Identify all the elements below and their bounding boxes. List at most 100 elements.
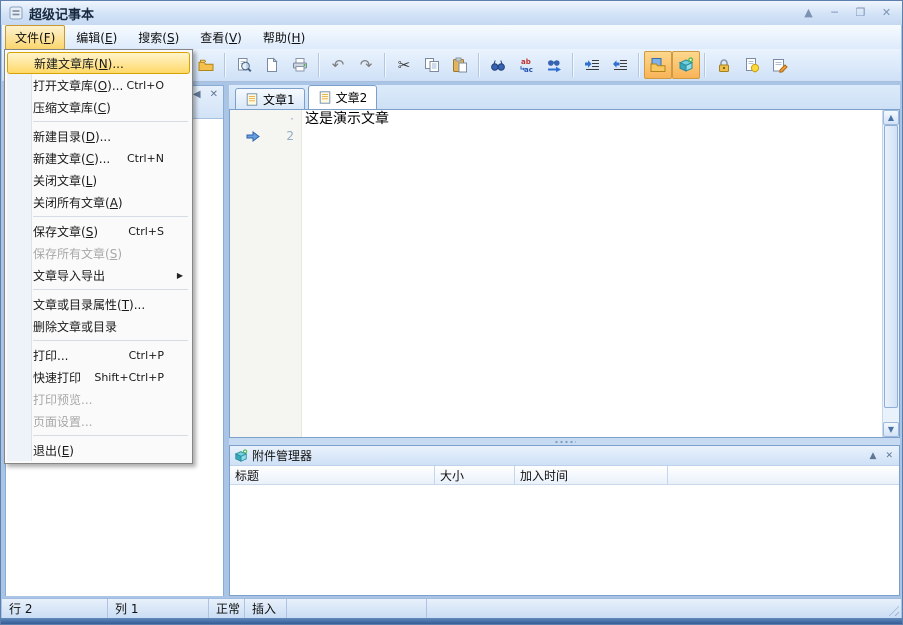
close-icon[interactable]: ✕ (879, 4, 894, 22)
editor-text-area[interactable]: 这是演示文章 (302, 110, 882, 437)
gutter-line: · (230, 111, 301, 128)
print-preview-button[interactable] (230, 51, 258, 79)
window-title: 超级记事本 (29, 4, 94, 23)
scroll-down-icon[interactable]: ▼ (883, 422, 899, 437)
find-next-button[interactable] (540, 51, 568, 79)
cut-button[interactable]: ✂ (390, 51, 418, 79)
menu-item-shortcut: Shift+Ctrl+P (94, 371, 164, 384)
find-button[interactable] (484, 51, 512, 79)
menubar-item-5[interactable]: 帮助(H) (253, 25, 315, 50)
menu-item-label: 新建文章(C)... (33, 150, 110, 167)
panel-pin-icon[interactable]: ◀ (193, 89, 201, 100)
open-library-icon (198, 57, 214, 73)
horizontal-splitter[interactable] (229, 438, 900, 445)
paste-button[interactable] (446, 51, 474, 79)
panel-close-icon[interactable]: ✕ (210, 89, 218, 100)
toggle-directory-panel-icon (650, 57, 666, 73)
column-header-1[interactable]: 标题 (230, 466, 435, 484)
editor-line (305, 128, 879, 145)
replace-button[interactable]: abac (512, 51, 540, 79)
resize-grip[interactable] (886, 603, 899, 616)
lock-article-button[interactable] (710, 51, 738, 79)
print-button[interactable] (286, 51, 314, 79)
file-menu-item-6[interactable]: 新建文章(C)...Ctrl+N (7, 147, 190, 169)
editor-vertical-scrollbar[interactable]: ▲ ▼ (882, 110, 899, 437)
minimize-icon[interactable]: ─ (827, 4, 842, 22)
rollup-icon[interactable]: ▲ (801, 4, 816, 22)
menu-item-label: 快速打印 (33, 369, 81, 386)
app-icon (9, 6, 23, 20)
menu-item-label: 退出(E) (33, 442, 74, 459)
file-menu-item-10[interactable]: 保存文章(S)Ctrl+S (7, 220, 190, 242)
menu-separator (33, 340, 188, 341)
undo-button[interactable]: ↶ (324, 51, 352, 79)
menubar-item-2[interactable]: 编辑(E) (66, 25, 127, 50)
tab-label: 文章1 (263, 91, 295, 108)
menu-item-label: 压缩文章库(C) (33, 99, 111, 116)
column-header-3[interactable]: 加入时间 (515, 466, 668, 484)
attachment-collapse-icon[interactable]: ▲ (870, 451, 877, 461)
file-menu-item-22[interactable]: 退出(E) (7, 439, 190, 461)
scrollbar-track[interactable] (884, 125, 898, 422)
scrollbar-thumb[interactable] (884, 125, 898, 408)
article-note-button[interactable] (738, 51, 766, 79)
status-filler (427, 599, 901, 618)
file-menu-item-15[interactable]: 删除文章或目录 (7, 315, 190, 337)
toggle-directory-panel-button[interactable] (644, 51, 672, 79)
menubar-item-4[interactable]: 查看(V) (190, 25, 252, 50)
splitter-grip (554, 440, 576, 444)
column-header-2[interactable]: 大小 (435, 466, 515, 484)
menu-item-label: 保存所有文章(S) (33, 245, 122, 262)
file-menu-item-14[interactable]: 文章或目录属性(T)... (7, 293, 190, 315)
new-document-button[interactable] (258, 51, 286, 79)
editor-line: 这是演示文章 (305, 111, 879, 128)
file-menu-item-17[interactable]: 打印...Ctrl+P (7, 344, 190, 366)
document-tab-1[interactable]: 文章1 (235, 88, 305, 109)
file-menu-item-7[interactable]: 关闭文章(L) (7, 169, 190, 191)
file-menu-item-1[interactable]: 新建文章库(N)... (7, 52, 190, 74)
attachment-manager-icon (234, 449, 248, 463)
attachment-column-headers: 标题大小加入时间 (230, 466, 899, 485)
toolbar-separator (318, 53, 320, 77)
attachment-close-icon[interactable]: ✕ (885, 451, 893, 461)
article-properties-button[interactable] (766, 51, 794, 79)
file-menu-item-8[interactable]: 关闭所有文章(A) (7, 191, 190, 213)
file-menu-item-2[interactable]: 打开文章库(O)...Ctrl+O (7, 74, 190, 96)
toolbar-separator (638, 53, 640, 77)
copy-button[interactable] (418, 51, 446, 79)
attachment-list[interactable] (230, 485, 899, 595)
file-menu-item-18[interactable]: 快速打印 Shift+Ctrl+P (7, 366, 190, 388)
menu-separator (33, 435, 188, 436)
attachment-manager-title: 附件管理器 (252, 447, 312, 464)
file-menu-item-5[interactable]: 新建目录(D)... (7, 125, 190, 147)
app-window: 超级记事本 ▲ ─ ❐ ✕ 文件(F)编辑(E)搜索(S)查看(V)帮助(H) ↶ ↷ ✂… (0, 0, 903, 625)
menu-item-label: 新建目录(D)... (33, 128, 111, 145)
replace-icon: abac (518, 57, 534, 73)
svg-text:ac: ac (524, 66, 533, 73)
indent-icon (584, 57, 600, 73)
maximize-icon[interactable]: ❐ (853, 4, 868, 22)
menu-item-label: 打开文章库(O)... (33, 77, 123, 94)
scroll-up-icon[interactable]: ▲ (883, 110, 899, 125)
menubar-item-3[interactable]: 搜索(S) (128, 25, 189, 50)
menubar-item-1[interactable]: 文件(F) (5, 25, 65, 50)
menu-item-label: 打印预览... (33, 391, 92, 408)
file-menu-item-3[interactable]: 压缩文章库(C) (7, 96, 190, 118)
redo-button[interactable]: ↷ (352, 51, 380, 79)
document-icon (245, 92, 259, 107)
line-number-gutter: · 2 (230, 110, 302, 437)
indent-button[interactable] (578, 51, 606, 79)
menu-item-label: 关闭文章(L) (33, 172, 97, 189)
open-library-button[interactable] (192, 51, 220, 79)
menu-separator (33, 121, 188, 122)
menu-item-label: 新建文章库(N)... (34, 55, 124, 72)
outdent-button[interactable] (606, 51, 634, 79)
file-menu-item-12[interactable]: 文章导入导出▶ (7, 264, 190, 286)
menu-item-label: 文章导入导出 (33, 267, 105, 284)
toolbar-separator (572, 53, 574, 77)
undo-icon: ↶ (332, 57, 345, 73)
document-tab-2[interactable]: 文章2 (308, 85, 378, 109)
toggle-attachment-panel-button[interactable] (672, 51, 700, 79)
status-segment-empty (287, 599, 427, 618)
status-bar: 行 2列 1正常插入 (2, 598, 901, 618)
